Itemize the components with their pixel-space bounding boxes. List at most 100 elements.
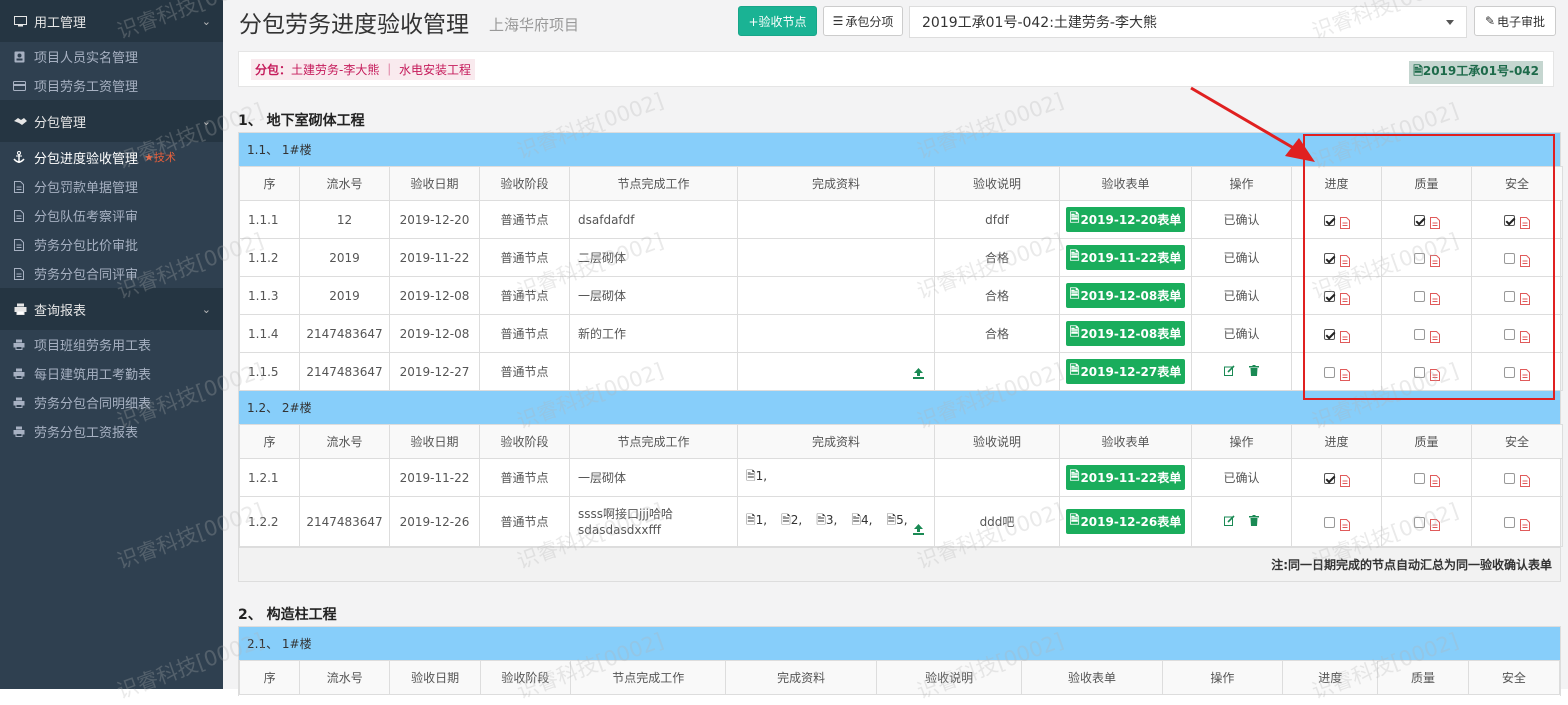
attachment-link[interactable]: 🗎5, xyxy=(886,511,907,532)
sidebar-item-realname[interactable]: 项目人员实名管理 xyxy=(0,42,223,71)
trash-icon[interactable] xyxy=(1249,364,1259,379)
contract-badge[interactable]: 🗎2019工承01号-042 xyxy=(1409,61,1543,84)
subcontract-info: 分包：土建劳务-李大熊 ｜ 水电安装工程 xyxy=(251,58,475,80)
sidebar-item-wage-report[interactable]: 劳务分包工资报表 xyxy=(0,417,223,446)
attachment-link[interactable]: 🗎4, xyxy=(851,511,872,532)
form-button[interactable]: 🗎 2019-12-20表单 xyxy=(1065,207,1186,232)
file-pdf-icon[interactable] xyxy=(1335,515,1350,531)
attachment-link[interactable]: 🗎3, xyxy=(816,511,837,532)
op-cell xyxy=(1191,352,1292,391)
file-pdf-icon[interactable] xyxy=(1515,471,1530,487)
column-header: 完成资料 xyxy=(725,660,877,695)
file-pdf-icon[interactable] xyxy=(1515,515,1530,531)
date-cell: 2019-12-26 xyxy=(389,496,480,547)
form-button[interactable]: 🗎 2019-11-22表单 xyxy=(1065,245,1186,270)
contract-items-label: 承包分项 xyxy=(845,14,894,29)
column-header: 序 xyxy=(238,660,301,695)
attachment-link[interactable]: 🗎1, xyxy=(746,511,767,532)
date-cell: 2019-11-22 xyxy=(389,238,480,277)
progress-checkbox[interactable] xyxy=(1323,516,1335,528)
edit-icon[interactable] xyxy=(1224,514,1235,529)
sidebar-item-label: 分包罚款单据管理 xyxy=(34,181,139,196)
form-button[interactable]: 🗎 2019-11-22表单 xyxy=(1065,465,1186,490)
sidebar-item-contract-detail[interactable]: 劳务分包合同明细表 xyxy=(0,388,223,417)
sidebar-item-wages[interactable]: 项目劳务工资管理 xyxy=(0,71,223,100)
e-approval-label: 电子审批 xyxy=(1497,14,1546,29)
form-button-label: 2019-12-27表单 xyxy=(1080,365,1182,379)
op-cell: 已确认 xyxy=(1191,314,1292,353)
docs-cell: 🗎1, 🗎2, 🗎3, 🗎4, 🗎5, xyxy=(737,496,935,547)
chevron-down-icon: ⌄ xyxy=(201,14,211,28)
table-header-row: 序流水号 验收日期 验收阶段 节点完成工作 完成资料 验收说明 验收表单 操作 进度 质量 安全 xyxy=(238,660,1561,695)
sidebar-group-subcontract[interactable]: 分包管理 ⌄ xyxy=(0,100,223,142)
sidebar-item-progress-acceptance[interactable]: 分包进度验收管理 ★技术 xyxy=(0,142,223,172)
file-icon: 🗎 xyxy=(1069,325,1080,339)
sidebar-group-reports[interactable]: 查询报表 ⌄ xyxy=(0,288,223,330)
date-cell: 2019-12-08 xyxy=(389,314,480,353)
monitor-icon xyxy=(12,15,28,27)
highlight-box xyxy=(1303,134,1555,400)
sidebar-item-fines[interactable]: 分包罚款单据管理 xyxy=(0,172,223,201)
docs-cell xyxy=(737,238,935,277)
stage-cell: 普通节点 xyxy=(479,238,570,277)
serial-cell: 2147483647 xyxy=(299,496,390,547)
attachment-link[interactable]: 🗎2, xyxy=(781,511,802,532)
add-node-button[interactable]: +验收节点 xyxy=(738,6,817,36)
file-icon xyxy=(12,209,26,222)
trash-icon[interactable] xyxy=(1249,514,1259,529)
id-card-icon xyxy=(12,51,26,63)
sidebar-item-contract-review[interactable]: 劳务分包合同评审 xyxy=(0,259,223,288)
quality-checkbox[interactable] xyxy=(1413,516,1425,528)
seq-cell: 1.1.3 xyxy=(239,276,300,315)
work-cell: 一层砌体 xyxy=(569,458,738,497)
safety-checkbox[interactable] xyxy=(1504,472,1515,484)
column-header: 完成资料 xyxy=(737,166,935,201)
handshake-icon xyxy=(12,116,28,126)
contract-items-button[interactable]: ☰ 承包分项 xyxy=(823,6,903,36)
printer-icon xyxy=(12,368,26,379)
sidebar-item-label: 每日建筑用工考勤表 xyxy=(34,368,152,383)
form-button[interactable]: 🗎 2019-12-27表单 xyxy=(1065,359,1186,384)
safety-checkbox[interactable] xyxy=(1504,516,1515,528)
section-table: 2.1、 1#楼 序流水号 验收日期 验收阶段 节点完成工作 完成资料 验收说明 验收表单操… xyxy=(238,626,1561,696)
sidebar-item-label: 项目劳务工资管理 xyxy=(34,80,139,95)
contract-select[interactable]: 2019工承01号-042:土建劳务-李大熊 xyxy=(909,6,1467,38)
sidebar-item-price-compare[interactable]: 劳务分包比价审批 xyxy=(0,230,223,259)
file-icon: 🗎 xyxy=(1069,469,1080,483)
form-button[interactable]: 🗎 2019-12-08表单 xyxy=(1065,283,1186,308)
work-cell: 二层砌体 xyxy=(569,238,738,277)
attachment-link[interactable]: 🗎1, xyxy=(746,467,767,488)
edit-icon[interactable] xyxy=(1224,364,1235,379)
form-button[interactable]: 🗎 2019-12-08表单 xyxy=(1065,321,1186,346)
date-cell: 2019-11-22 xyxy=(389,458,480,497)
sidebar-group-employment[interactable]: 用工管理 ⌄ xyxy=(0,0,223,42)
upload-icon[interactable] xyxy=(913,524,924,538)
sidebar: 用工管理 ⌄ 项目人员实名管理 项目劳务工资管理 分包管理 ⌄ 分包进度验收管理… xyxy=(0,0,223,689)
note-cell: 合格 xyxy=(934,238,1060,277)
sidebar-item-daily-attendance[interactable]: 每日建筑用工考勤表 xyxy=(0,359,223,388)
note-cell xyxy=(934,458,1060,497)
progress-checkbox[interactable] xyxy=(1323,472,1335,484)
sidebar-item-team-labor[interactable]: 项目班组劳务用工表 xyxy=(0,330,223,359)
printer-icon xyxy=(12,426,26,437)
safety-cell xyxy=(1471,458,1563,497)
date-cell: 2019-12-20 xyxy=(389,200,480,239)
file-pdf-icon[interactable] xyxy=(1425,515,1440,531)
tech-badge: 技术 xyxy=(153,151,176,164)
sidebar-item-label: 劳务分包合同明细表 xyxy=(34,397,152,412)
sidebar-item-label: 分包队伍考察评审 xyxy=(34,210,139,225)
chevron-down-icon: ⌄ xyxy=(201,302,211,316)
form-button-label: 2019-12-26表单 xyxy=(1080,515,1182,529)
sidebar-item-team-review[interactable]: 分包队伍考察评审 xyxy=(0,201,223,230)
column-header: 安全 xyxy=(1471,424,1563,459)
form-button[interactable]: 🗎 2019-12-26表单 xyxy=(1065,509,1186,534)
e-approval-button[interactable]: ✎ 电子审批 xyxy=(1474,6,1556,36)
column-header: 流水号 xyxy=(299,166,390,201)
column-header: 操作 xyxy=(1191,166,1292,201)
file-pdf-icon[interactable] xyxy=(1425,471,1440,487)
work-line: ssss啊接口jjj哈哈 xyxy=(578,506,674,521)
file-icon: 🗎 xyxy=(851,513,861,527)
file-pdf-icon[interactable] xyxy=(1335,471,1350,487)
upload-icon[interactable] xyxy=(913,368,924,382)
quality-checkbox[interactable] xyxy=(1413,472,1425,484)
